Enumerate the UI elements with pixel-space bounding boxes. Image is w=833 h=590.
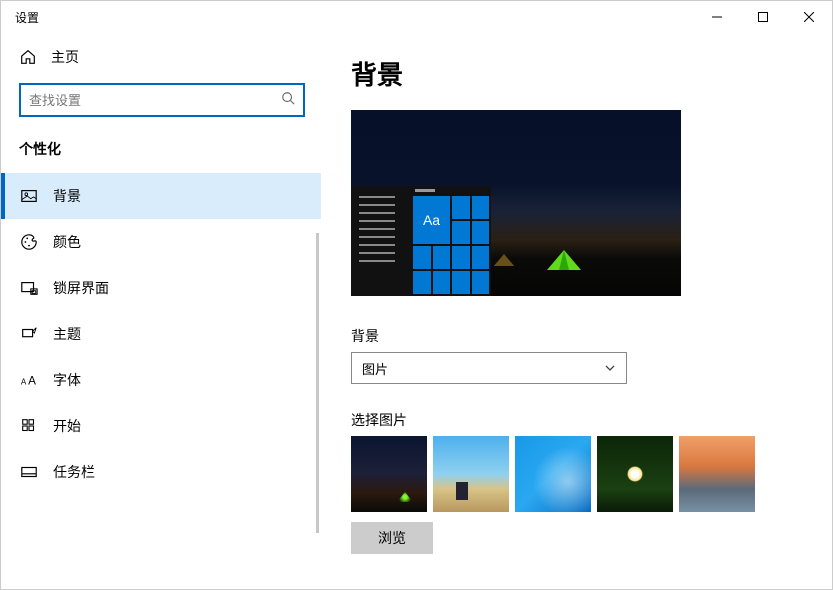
nav-item-lockscreen[interactable]: 锁屏界面 xyxy=(1,265,321,311)
nav-item-label: 颜色 xyxy=(53,232,81,252)
image-thumbnails xyxy=(351,436,802,512)
home-label: 主页 xyxy=(51,47,79,67)
thumbnail-3[interactable] xyxy=(515,436,591,512)
nav-item-label: 开始 xyxy=(53,416,81,436)
svg-text:A: A xyxy=(21,378,27,387)
titlebar: 设置 xyxy=(1,1,832,33)
thumbnail-4[interactable] xyxy=(597,436,673,512)
nav-item-colors[interactable]: 颜色 xyxy=(1,219,321,265)
background-type-value: 图片 xyxy=(362,359,388,378)
nav-item-start[interactable]: 开始 xyxy=(1,403,321,449)
close-icon xyxy=(804,12,814,22)
background-type-select[interactable]: 图片 xyxy=(351,352,627,384)
browse-button[interactable]: 浏览 xyxy=(351,522,433,554)
thumbnail-2[interactable] xyxy=(433,436,509,512)
palette-icon xyxy=(19,232,39,252)
nav-item-background[interactable]: 背景 xyxy=(1,173,321,219)
window-controls xyxy=(694,1,832,33)
thumbnail-1[interactable] xyxy=(351,436,427,512)
maximize-icon xyxy=(758,12,768,22)
maximize-button[interactable] xyxy=(740,1,786,33)
minimize-icon xyxy=(712,12,722,22)
nav-item-taskbar[interactable]: 任务栏 xyxy=(1,449,321,495)
grid-icon xyxy=(19,416,39,436)
scrollbar[interactable] xyxy=(316,233,319,533)
nav-list: 背景 颜色 锁屏界面 主题 AA 字体 开始 xyxy=(1,173,321,495)
minimize-button[interactable] xyxy=(694,1,740,33)
main-content: 背景 Aa 背景 图片 xyxy=(321,33,832,589)
taskbar-icon xyxy=(19,462,39,482)
svg-text:A: A xyxy=(28,375,36,388)
nav-item-label: 锁屏界面 xyxy=(53,278,109,298)
font-icon: AA xyxy=(19,370,39,390)
background-type-label: 背景 xyxy=(351,326,802,346)
chevron-down-icon xyxy=(604,362,616,374)
picture-icon xyxy=(19,186,39,206)
lockscreen-icon xyxy=(19,278,39,298)
nav-item-fonts[interactable]: AA 字体 xyxy=(1,357,321,403)
home-button[interactable]: 主页 xyxy=(1,39,321,75)
thumbnail-5[interactable] xyxy=(679,436,755,512)
search-input-wrap[interactable] xyxy=(19,83,305,117)
brush-icon xyxy=(19,324,39,344)
nav-item-label: 字体 xyxy=(53,370,81,390)
preview-tile-text: Aa xyxy=(413,196,450,244)
choose-image-label: 选择图片 xyxy=(351,410,802,430)
nav-item-themes[interactable]: 主题 xyxy=(1,311,321,357)
category-header: 个性化 xyxy=(1,133,321,173)
search-icon xyxy=(281,91,295,110)
home-icon xyxy=(19,48,37,66)
page-title: 背景 xyxy=(351,55,802,92)
close-button[interactable] xyxy=(786,1,832,33)
preview-start-menu: Aa xyxy=(351,186,491,296)
nav-item-label: 背景 xyxy=(53,186,81,206)
nav-item-label: 任务栏 xyxy=(53,462,95,482)
nav-item-label: 主题 xyxy=(53,324,81,344)
sidebar: 主页 个性化 背景 颜色 锁屏界面 xyxy=(1,33,321,589)
desktop-preview: Aa xyxy=(351,110,681,296)
window-title: 设置 xyxy=(15,9,39,26)
search-input[interactable] xyxy=(29,93,281,108)
